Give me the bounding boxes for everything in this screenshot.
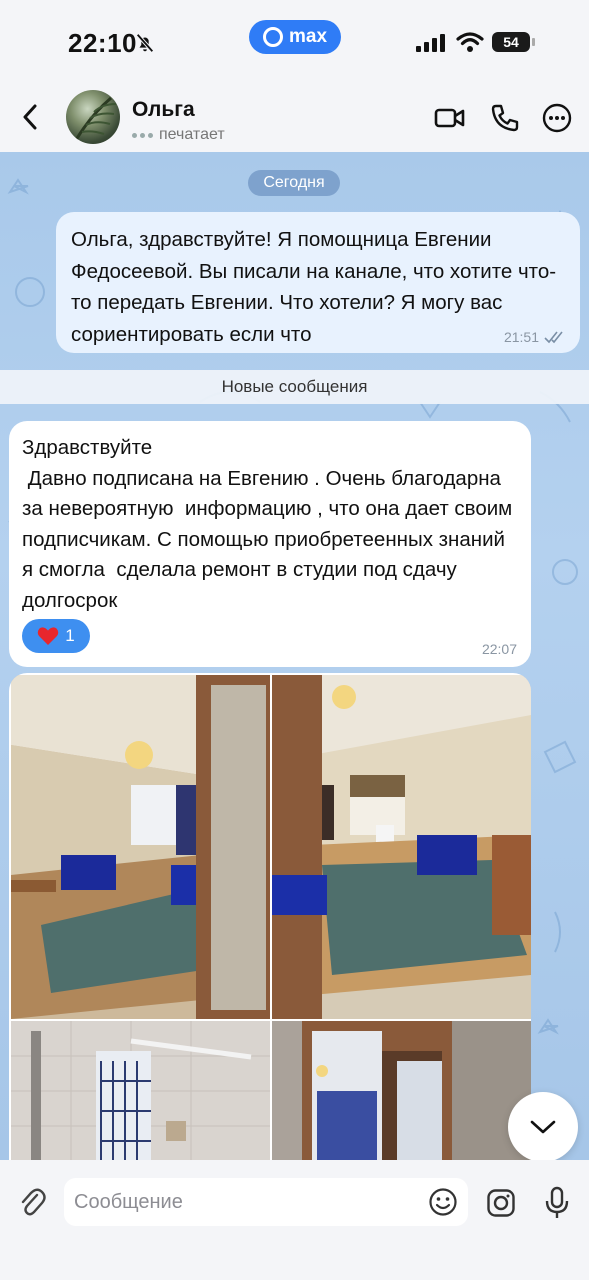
outgoing-message[interactable]: Ольга, здравствуйте! Я помощница Евгении… <box>56 212 580 353</box>
more-icon[interactable] <box>541 102 573 134</box>
incoming-message[interactable]: Здравствуйте Давно подписана на Евгению … <box>9 421 531 667</box>
reaction-chip[interactable]: 1 <box>22 619 90 653</box>
photo-room-1-image <box>11 675 270 1019</box>
chat-header: Ольга печатает <box>0 84 589 152</box>
mic-icon[interactable] <box>544 1186 570 1220</box>
camera-icon[interactable] <box>486 1188 516 1218</box>
photo-room-2-image <box>272 675 531 1019</box>
attach-icon[interactable] <box>18 1186 46 1220</box>
bell-slash-icon <box>136 33 154 53</box>
typing-label: печатает <box>159 126 225 143</box>
photo-album <box>9 673 531 1160</box>
incoming-message-text: Здравствуйте Давно подписана на Евгению … <box>22 436 513 612</box>
reaction-count: 1 <box>65 626 75 645</box>
chevron-down-icon <box>530 1120 556 1134</box>
new-messages-divider: Новые сообщения <box>0 370 589 404</box>
photo-room-2[interactable] <box>272 675 531 1019</box>
photo-hallway-image <box>272 1021 531 1160</box>
outgoing-message-text: Ольга, здравствуйте! Я помощница Евгении… <box>71 228 557 346</box>
chat-area[interactable]: Сегодня Ольга, здравствуйте! Я помощница… <box>0 152 589 1160</box>
app-badge[interactable]: max <box>249 20 341 54</box>
phone-icon[interactable] <box>489 102 521 134</box>
back-icon[interactable] <box>14 100 48 134</box>
outgoing-message-meta: 21:51 <box>504 329 566 345</box>
message-input[interactable] <box>64 1178 424 1226</box>
message-composer <box>0 1160 589 1280</box>
signal-icon <box>416 34 445 52</box>
avatar[interactable] <box>66 90 120 144</box>
typing-dots-icon <box>132 132 153 138</box>
max-logo-icon <box>262 27 283 47</box>
date-separator: Сегодня <box>248 170 340 196</box>
video-call-icon[interactable] <box>434 102 466 134</box>
heart-icon <box>38 627 59 645</box>
emoji-icon[interactable] <box>428 1187 458 1217</box>
typing-status: печатает <box>132 126 225 144</box>
photo-hallway[interactable] <box>272 1021 531 1160</box>
app-badge-label: max <box>288 26 328 47</box>
photo-bathroom[interactable] <box>11 1021 270 1160</box>
scroll-down-button[interactable] <box>508 1092 578 1160</box>
photo-room-1[interactable] <box>11 675 270 1019</box>
battery-indicator: 54 <box>492 32 535 52</box>
photo-bathroom-image <box>11 1021 270 1160</box>
wifi-icon <box>456 32 484 52</box>
contact-name: Ольга <box>132 98 195 121</box>
outgoing-message-time: 21:51 <box>503 329 539 345</box>
incoming-message-time: 22:07 <box>481 641 517 657</box>
avatar-image <box>74 96 117 141</box>
status-bar: 22:10 max 54 <box>0 0 589 84</box>
status-time: 22:10 <box>68 28 137 58</box>
message-input-container[interactable] <box>64 1178 468 1226</box>
double-check-icon <box>544 331 563 344</box>
